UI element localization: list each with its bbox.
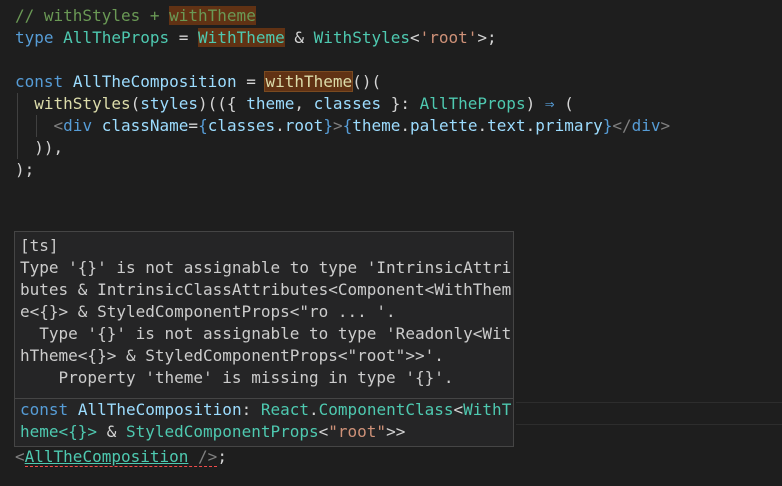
param-name: classes [313, 94, 382, 113]
jsx-brace: { [342, 116, 353, 135]
highlighted-function: withTheme [264, 71, 354, 92]
punctuation: < [409, 28, 420, 47]
tag-bracket: < [53, 116, 64, 135]
type-signature[interactable]: const AllTheComposition: React.Component… [20, 399, 512, 443]
component-reference[interactable]: AllTheComposition [25, 447, 189, 466]
code-line-jsx-usage[interactable]: <AllTheComposition />; [15, 446, 227, 468]
variable-name: styles [140, 94, 199, 113]
type-name: StyledComponentProps [125, 422, 319, 441]
type-name: WithT [463, 400, 512, 419]
tag-bracket: </ [612, 116, 632, 135]
signature-line: const AllTheComposition: React.Component… [20, 399, 512, 421]
keyword: const [20, 400, 69, 419]
punctuation: , [294, 94, 314, 113]
property-name: text [487, 116, 526, 135]
property-name: palette [410, 116, 478, 135]
punctuation: ) [525, 94, 545, 113]
code-line-2[interactable]: type AllTheProps = WithTheme & WithStyle… [15, 27, 497, 49]
jsx-tag: div [631, 116, 661, 135]
variable-name: classes [207, 116, 276, 135]
punctuation: )(({ [198, 94, 247, 113]
jsx-tag: div [63, 116, 93, 135]
punctuation: }: [381, 94, 420, 113]
punctuation: < [453, 400, 464, 419]
tag-bracket: > [660, 116, 671, 135]
jsx-brace: } [602, 116, 613, 135]
jsx-attribute: className [101, 116, 189, 135]
line-highlight-border [516, 402, 782, 403]
line-highlight-border [516, 424, 782, 425]
punctuation: : [241, 400, 261, 419]
string-literal: 'root' [419, 28, 478, 47]
hover-tooltip[interactable]: [ts] Type '{}' is not assignable to type… [14, 231, 514, 447]
type-name: WithStyles [313, 28, 410, 47]
variable-name: AllTheComposition [77, 400, 242, 419]
punctuation: . [309, 400, 319, 419]
namespace-name: React [260, 400, 310, 419]
highlighted-type: WithTheme [198, 28, 285, 47]
punctuation: = [169, 28, 199, 47]
keyword: type [15, 28, 54, 47]
error-message[interactable]: [ts] Type '{}' is not assignable to type… [20, 235, 512, 389]
punctuation: >> [386, 422, 406, 441]
punctuation: ( [554, 94, 574, 113]
tag-bracket: /> [188, 447, 218, 466]
property-name: root [284, 116, 324, 135]
jsx-brace: } [323, 116, 333, 135]
variable-name: AllTheComposition [72, 72, 237, 91]
punctuation: = [188, 116, 199, 135]
string-literal: "root" [328, 422, 387, 441]
code-line-6[interactable]: <div className={classes.root}>{theme.pal… [15, 115, 671, 137]
punctuation: . [275, 116, 285, 135]
tag-bracket: < [15, 447, 25, 466]
punctuation: < [318, 422, 329, 441]
error-line: Type '{}' is not assignable to type 'Rea… [20, 324, 512, 343]
type-name: AllTheProps [63, 28, 170, 47]
punctuation: ( [130, 94, 141, 113]
error-source: [ts] [20, 236, 59, 255]
punctuation: . [525, 116, 536, 135]
type-name: AllTheProps [419, 94, 526, 113]
code-line-7[interactable]: )), [15, 137, 63, 159]
param-name: theme [246, 94, 295, 113]
punctuation: & [97, 422, 126, 441]
error-line: e<{}> & StyledComponentProps<"ro ... '. [20, 302, 396, 321]
punctuation: . [477, 116, 488, 135]
punctuation: = [236, 72, 266, 91]
type-name: ComponentClass [318, 400, 454, 419]
punctuation: ()( [352, 72, 382, 91]
punctuation: . [400, 116, 411, 135]
code-line-8[interactable]: ); [15, 159, 34, 181]
code-line-4[interactable]: const AllTheComposition = withTheme()( [15, 71, 381, 93]
highlighted-word: withTheme [169, 6, 256, 25]
function-name: withStyles [34, 94, 131, 113]
property-name: primary [535, 116, 603, 135]
error-line: Property 'theme' is missing in type '{}'… [20, 368, 454, 387]
comment-text: // withStyles + [15, 6, 170, 25]
code-line-1[interactable]: // withStyles + withTheme [15, 5, 256, 27]
tag-bracket: > [332, 116, 343, 135]
punctuation: & [284, 28, 314, 47]
error-line: hTheme<{}> & StyledComponentProps<"root"… [20, 346, 444, 365]
punctuation: >; [477, 28, 497, 47]
signature-line: heme<{}> & StyledComponentProps<"root">> [20, 421, 510, 443]
type-name: heme<{}> [20, 422, 98, 441]
error-line: Type '{}' is not assignable to type 'Int… [20, 258, 512, 277]
jsx-brace: { [198, 116, 208, 135]
punctuation: ; [217, 447, 227, 466]
error-line: butes & IntrinsicClassAttributes<Compone… [20, 280, 512, 299]
variable-name: theme [352, 116, 401, 135]
code-line-5[interactable]: withStyles(styles)(({ theme, classes }: … [15, 93, 574, 115]
keyword: const [15, 72, 64, 91]
